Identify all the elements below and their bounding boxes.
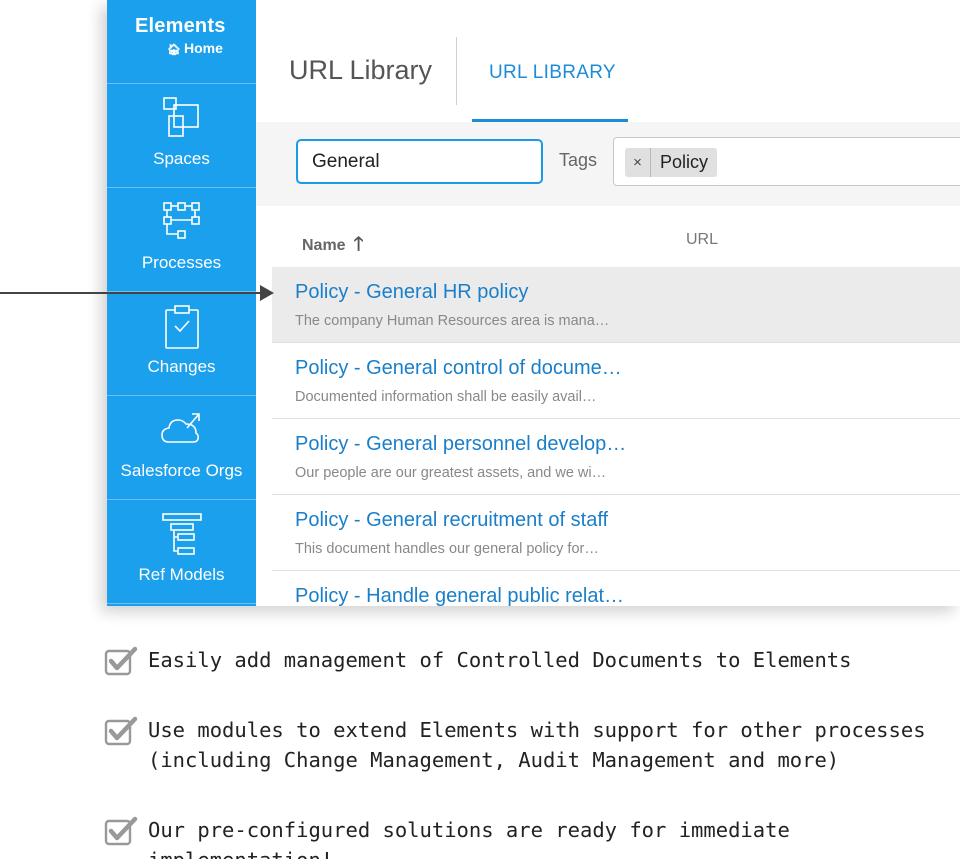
cloud-icon — [161, 413, 200, 443]
checkbox-checked-icon — [104, 646, 138, 676]
feature-line: Easily add management of Controlled Docu… — [148, 648, 852, 672]
main-panel: URL Library URL LIBRARY Tags × Policy Na… — [256, 22, 960, 606]
row-title-link[interactable]: Policy - General personnel develop… — [295, 433, 626, 456]
tags-input[interactable]: × Policy — [613, 137, 960, 186]
search-input[interactable] — [296, 139, 543, 184]
row-description: Our people are our greatest assets, and … — [295, 465, 607, 481]
sidebar: Elements 🏠︎ Home Spaces Processes Change… — [107, 0, 256, 606]
row-description: Documented information shall be easily a… — [295, 389, 597, 405]
feature-text: Our pre-configured solutions are ready f… — [148, 815, 960, 859]
home-icon: 🏠︎ — [167, 44, 181, 56]
checkbox-checked-icon — [104, 816, 138, 846]
app-window: Elements 🏠︎ Home Spaces Processes Change… — [107, 0, 960, 606]
tab-label: URL LIBRARY — [489, 62, 616, 83]
feature-item: Our pre-configured solutions are ready f… — [104, 815, 960, 859]
row-description: This document handles our general policy… — [295, 541, 599, 557]
pointer-arrow-head-icon — [260, 285, 274, 301]
tag-label: Policy — [660, 152, 709, 172]
sidebar-item-salesforce-orgs[interactable]: Salesforce Orgs — [107, 396, 256, 500]
table-row[interactable]: Policy - General control of docume… Docu… — [272, 343, 960, 419]
tab-url-library[interactable]: URL LIBRARY — [472, 22, 628, 122]
table-row[interactable]: Policy - General HR policy The company H… — [272, 267, 960, 343]
row-title-link[interactable]: Policy - General HR policy — [295, 281, 528, 304]
brand-block[interactable]: Elements 🏠︎ Home — [107, 0, 256, 84]
changes-icon — [165, 305, 199, 349]
sidebar-item-label: Changes — [147, 357, 216, 376]
feature-line: (including Change Management, Audit Mana… — [148, 748, 840, 772]
column-header-name[interactable]: Name 🡑 — [302, 230, 363, 262]
sidebar-item-label: Salesforce Orgs — [120, 461, 243, 480]
table-row[interactable]: Policy - General personnel develop… Our … — [272, 419, 960, 495]
spaces-icon — [163, 97, 199, 137]
home-link[interactable]: 🏠︎ Home — [167, 40, 223, 56]
feature-item: Easily add management of Controlled Docu… — [104, 645, 852, 676]
table-row[interactable]: Policy - Handle general public relat… — [272, 571, 960, 606]
row-title-link[interactable]: Policy - General control of docume… — [295, 357, 622, 380]
tags-label: Tags — [559, 150, 598, 170]
ref-models-icon — [162, 513, 202, 555]
row-description: The company Human Resources area is mana… — [295, 313, 610, 329]
feature-item: Use modules to extend Elements with supp… — [104, 715, 926, 775]
column-header-name-label: Name — [302, 237, 346, 254]
page-header: URL Library URL LIBRARY — [256, 22, 960, 122]
sidebar-item-label: Spaces — [153, 149, 210, 168]
sort-ascending-icon: 🡑 — [353, 234, 364, 255]
sidebar-item-label: Processes — [141, 253, 222, 272]
results-list: Name 🡑 URL Policy - General HR policy The… — [256, 206, 960, 606]
sidebar-item-spaces[interactable]: Spaces — [107, 84, 256, 188]
tab-active-indicator — [472, 119, 628, 122]
checkbox-checked-icon — [104, 716, 138, 746]
table-row[interactable]: Policy - General recruitment of staff Th… — [272, 495, 960, 571]
brand-title: Elements — [135, 15, 226, 37]
feature-text: Easily add management of Controlled Docu… — [148, 645, 852, 675]
feature-line: Use modules to extend Elements with supp… — [148, 718, 926, 742]
sidebar-item-ref-models[interactable]: Ref Models — [107, 500, 256, 604]
home-label: Home — [183, 40, 223, 56]
sidebar-item-changes[interactable]: Changes — [107, 292, 256, 396]
feature-text: Use modules to extend Elements with supp… — [148, 715, 926, 775]
column-header-url[interactable]: URL — [686, 231, 718, 249]
tag-chip-policy: × Policy — [625, 148, 718, 177]
feature-line: Our pre-configured solutions are ready f… — [148, 818, 790, 859]
sidebar-item-label: Ref Models — [138, 565, 225, 584]
page-title: URL Library — [289, 55, 433, 85]
pointer-arrow-line — [0, 292, 262, 294]
row-title-link[interactable]: Policy - Handle general public relat… — [295, 585, 624, 606]
sidebar-item-processes[interactable]: Processes — [107, 188, 256, 292]
row-title-link[interactable]: Policy - General recruitment of staff — [295, 509, 608, 532]
tag-remove-button[interactable]: × — [625, 148, 651, 177]
processes-icon — [163, 202, 200, 239]
header-divider — [456, 37, 457, 105]
